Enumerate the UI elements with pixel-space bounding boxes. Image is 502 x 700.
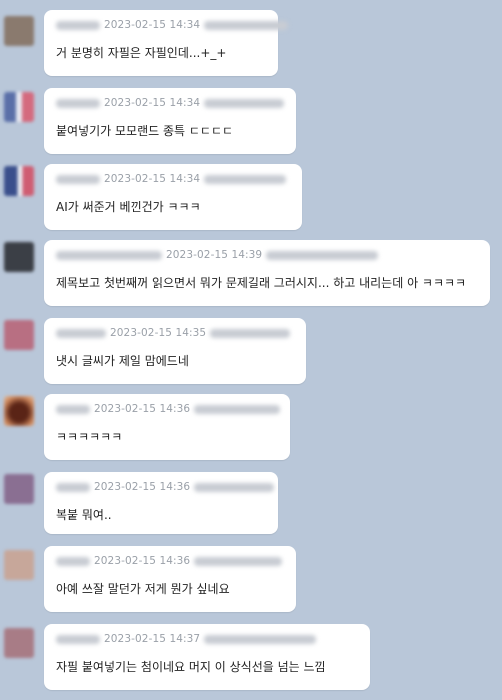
message-bubble[interactable]: 2023-02-15 14:39 제목보고 첫번째꺼 읽으면서 뭐가 문제길래 … xyxy=(44,240,490,306)
blurred-info xyxy=(194,556,283,566)
avatar[interactable] xyxy=(4,628,34,658)
timestamp: 2023-02-15 14:34 xyxy=(104,19,201,31)
message-meta: 2023-02-15 14:37 xyxy=(56,632,317,646)
timestamp: 2023-02-15 14:36 xyxy=(94,481,191,493)
timestamp: 2023-02-15 14:39 xyxy=(166,249,263,261)
timestamp: 2023-02-15 14:35 xyxy=(110,327,207,339)
blurred-username xyxy=(56,98,100,108)
message-text: 제목보고 첫번째꺼 읽으면서 뭐가 문제길래 그러시지... 하고 내리는데 아… xyxy=(56,276,467,290)
blurred-username xyxy=(56,174,100,184)
blurred-info xyxy=(266,250,379,260)
message-meta: 2023-02-15 14:34 xyxy=(56,172,287,186)
chat-thread: 2023-02-15 14:34 거 분명히 자필은 자필인데...+_+ 20… xyxy=(0,0,502,700)
message-bubble[interactable]: 2023-02-15 14:36 복붙 뭐여.. xyxy=(44,472,278,534)
blurred-info xyxy=(204,634,317,644)
message-bubble[interactable]: 2023-02-15 14:37 자필 붙여넣기는 첨이네요 머지 이 상식선을… xyxy=(44,624,370,690)
avatar[interactable] xyxy=(4,550,34,580)
message-text: AI가 써준거 베낀건가 ㅋㅋㅋ xyxy=(56,200,201,214)
message-text: 거 분명히 자필은 자필인데...+_+ xyxy=(56,46,227,60)
avatar[interactable] xyxy=(4,474,34,504)
blurred-username xyxy=(56,328,106,338)
message-meta: 2023-02-15 14:39 xyxy=(56,248,379,262)
avatar[interactable] xyxy=(4,92,34,122)
avatar[interactable] xyxy=(4,16,34,46)
blurred-info xyxy=(210,328,291,338)
timestamp: 2023-02-15 14:34 xyxy=(104,97,201,109)
blurred-username xyxy=(56,404,90,414)
blurred-info xyxy=(204,20,289,30)
message-bubble[interactable]: 2023-02-15 14:34 AI가 써준거 베낀건가 ㅋㅋㅋ xyxy=(44,164,302,230)
avatar[interactable] xyxy=(4,320,34,350)
message-meta: 2023-02-15 14:36 xyxy=(56,402,281,416)
message-meta: 2023-02-15 14:35 xyxy=(56,326,291,340)
blurred-info xyxy=(194,404,281,414)
message-bubble[interactable]: 2023-02-15 14:34 거 분명히 자필은 자필인데...+_+ xyxy=(44,10,289,76)
blurred-username xyxy=(56,556,90,566)
message-text: 붙여넣기가 모모랜드 종특 ㄷㄷㄷㄷ xyxy=(56,124,234,138)
timestamp: 2023-02-15 14:36 xyxy=(94,555,191,567)
message-text: 냇시 글씨가 제일 맘에드네 xyxy=(56,354,189,368)
avatar[interactable] xyxy=(4,396,34,426)
avatar[interactable] xyxy=(4,166,34,196)
message-bubble[interactable]: 2023-02-15 14:35 냇시 글씨가 제일 맘에드네 xyxy=(44,318,306,384)
timestamp: 2023-02-15 14:34 xyxy=(104,173,201,185)
timestamp: 2023-02-15 14:36 xyxy=(94,403,191,415)
message-text: 아예 쓰잘 말던가 저게 뭔가 싶네요 xyxy=(56,582,230,596)
blurred-username xyxy=(56,20,100,30)
message-text: 복붙 뭐여.. xyxy=(56,508,112,522)
blurred-username xyxy=(56,482,90,492)
blurred-info xyxy=(204,174,287,184)
timestamp: 2023-02-15 14:37 xyxy=(104,633,201,645)
message-bubble[interactable]: 2023-02-15 14:36 ㅋㅋㅋㅋㅋㅋ xyxy=(44,394,290,460)
blurred-info xyxy=(194,482,275,492)
message-bubble[interactable]: 2023-02-15 14:36 아예 쓰잘 말던가 저게 뭔가 싶네요 xyxy=(44,546,296,612)
blurred-username xyxy=(56,634,100,644)
avatar[interactable] xyxy=(4,242,34,272)
message-text: 자필 붙여넣기는 첨이네요 머지 이 상식선을 넘는 느낌 xyxy=(56,660,326,674)
message-meta: 2023-02-15 14:34 xyxy=(56,96,285,110)
blurred-info xyxy=(204,98,285,108)
message-meta: 2023-02-15 14:34 xyxy=(56,18,289,32)
message-meta: 2023-02-15 14:36 xyxy=(56,480,275,494)
message-text: ㅋㅋㅋㅋㅋㅋ xyxy=(56,430,123,444)
blurred-username xyxy=(56,250,162,260)
message-meta: 2023-02-15 14:36 xyxy=(56,554,283,568)
message-bubble[interactable]: 2023-02-15 14:34 붙여넣기가 모모랜드 종특 ㄷㄷㄷㄷ xyxy=(44,88,296,154)
